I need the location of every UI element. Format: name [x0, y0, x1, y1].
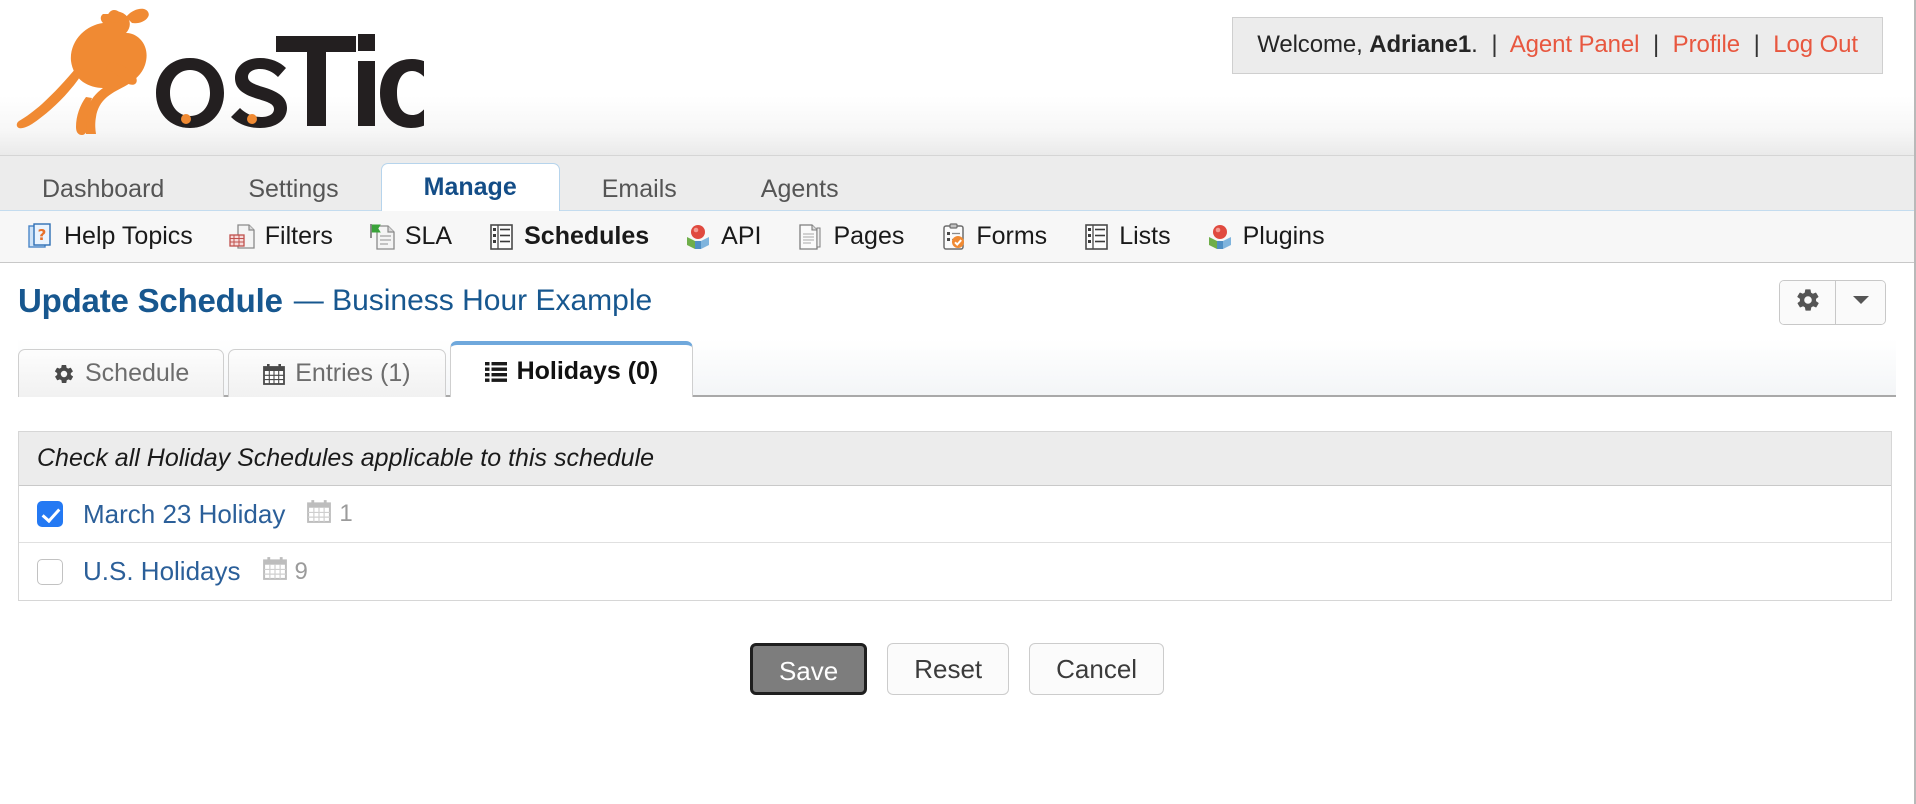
reset-button[interactable]: Reset — [887, 643, 1010, 695]
list-icon — [484, 360, 507, 382]
subnav-label-api: API — [721, 222, 762, 250]
page-title: Update Schedule — [18, 282, 283, 319]
table-row[interactable]: March 23 Holiday 1 — [19, 486, 1891, 543]
welcome-greeting: Welcome, — [1257, 31, 1363, 58]
welcome-divider-2: | — [1652, 31, 1660, 58]
welcome-divider-1: | — [1491, 31, 1498, 58]
nav-tab-emails[interactable]: Emails — [560, 168, 719, 210]
subnav-item-filters[interactable]: Filters — [229, 222, 333, 251]
gear-icon — [53, 363, 75, 385]
svg-text:?: ? — [38, 226, 47, 244]
tab-label-schedule: Schedule — [85, 359, 190, 387]
subnav-item-pages[interactable]: Pages — [797, 222, 904, 251]
pages-icon — [797, 223, 824, 250]
settings-button-group — [1779, 280, 1886, 325]
nav-tab-manage[interactable]: Manage — [380, 163, 560, 211]
lists-icon — [1083, 223, 1110, 250]
chevron-down-icon — [1851, 293, 1871, 312]
sla-icon — [369, 223, 396, 250]
subnav-label-plugins: Plugins — [1242, 222, 1325, 250]
subnav-label-filters: Filters — [264, 222, 333, 250]
nav-tab-settings[interactable]: Settings — [206, 168, 380, 210]
holidays-table: Check all Holiday Schedules applicable t… — [18, 431, 1892, 601]
tab-holidays[interactable]: Holidays (0) — [449, 341, 694, 397]
subnav-item-sla[interactable]: SLA — [369, 222, 452, 251]
calendar-icon — [263, 363, 286, 385]
table-header: Check all Holiday Schedules applicable t… — [19, 432, 1891, 486]
holiday-link-march-23-holiday[interactable]: March 23 Holiday — [83, 499, 285, 530]
subnav-label-schedules: Schedules — [524, 222, 650, 250]
holiday-entry-count: 1 — [307, 499, 353, 530]
site-header: Welcome, Adriane1. | Agent Panel | Profi… — [0, 0, 1914, 155]
save-button[interactable]: Save — [749, 643, 868, 695]
agent-panel-link[interactable]: Agent Panel — [1510, 31, 1640, 58]
subnav-item-help-topics[interactable]: ? Help Topics — [28, 222, 193, 251]
schedule-tabs: Schedule Entries (1) Holidays (0) — [18, 339, 1896, 397]
plugins-icon — [1207, 223, 1234, 250]
subnav-item-api[interactable]: API — [685, 222, 761, 251]
subnav-item-lists[interactable]: Lists — [1083, 222, 1171, 251]
gear-button[interactable] — [1780, 281, 1835, 324]
page-root: Welcome, Adriane1. | Agent Panel | Profi… — [0, 0, 1916, 804]
page-subtitle: — Business Hour Example — [293, 284, 653, 317]
filter-icon — [229, 223, 256, 250]
dropdown-toggle-button[interactable] — [1835, 281, 1885, 324]
sub-navigation: ? Help Topics Filters SLA Schedules API … — [0, 210, 1914, 263]
schedules-icon — [488, 223, 515, 250]
holiday-count-value: 9 — [294, 557, 308, 585]
gear-icon — [1795, 287, 1821, 318]
holiday-count-value: 1 — [339, 500, 353, 527]
holiday-entry-count: 9 — [262, 556, 308, 587]
subnav-label-help-topics: Help Topics — [64, 222, 193, 250]
form-action-buttons: Save Reset Cancel — [0, 643, 1914, 695]
main-navigation: Dashboard Settings Manage Emails Agents — [0, 155, 1914, 211]
calendar-icon — [307, 499, 332, 530]
api-icon — [685, 223, 712, 250]
subnav-label-sla: SLA — [404, 222, 453, 250]
tab-schedule[interactable]: Schedule — [18, 349, 225, 397]
tab-label-holidays: Holidays (0) — [516, 356, 659, 385]
subnav-label-pages: Pages — [833, 222, 905, 250]
tab-entries[interactable]: Entries (1) — [228, 349, 446, 397]
forms-icon — [940, 223, 967, 250]
subnav-label-forms: Forms — [976, 222, 1048, 250]
nav-tab-dashboard[interactable]: Dashboard — [0, 168, 206, 210]
subnav-item-plugins[interactable]: Plugins — [1207, 222, 1325, 251]
calendar-icon — [262, 556, 287, 587]
welcome-bar: Welcome, Adriane1. | Agent Panel | Profi… — [1232, 17, 1883, 74]
welcome-username: Adriane1 — [1369, 31, 1472, 58]
profile-link[interactable]: Profile — [1673, 31, 1740, 58]
help-topic-icon: ? — [28, 223, 55, 250]
cancel-button[interactable]: Cancel — [1029, 643, 1165, 695]
holiday-checkbox-us-holidays[interactable] — [37, 558, 63, 585]
osticket-logo[interactable] — [14, 6, 424, 142]
subnav-item-forms[interactable]: Forms — [940, 222, 1047, 251]
subnav-item-schedules[interactable]: Schedules — [488, 222, 649, 251]
page-title-bar: Update Schedule — Business Hour Example — [0, 263, 1914, 339]
holiday-link-us-holidays[interactable]: U.S. Holidays — [83, 556, 241, 587]
welcome-divider-3: | — [1753, 31, 1760, 58]
table-row[interactable]: U.S. Holidays 9 — [19, 543, 1891, 600]
nav-tab-agents[interactable]: Agents — [719, 168, 881, 210]
subnav-label-lists: Lists — [1119, 222, 1171, 250]
tab-label-entries: Entries (1) — [295, 359, 411, 387]
holiday-checkbox-march-23-holiday[interactable] — [37, 501, 63, 527]
log-out-link[interactable]: Log Out — [1773, 31, 1858, 58]
welcome-period: . — [1471, 31, 1478, 58]
